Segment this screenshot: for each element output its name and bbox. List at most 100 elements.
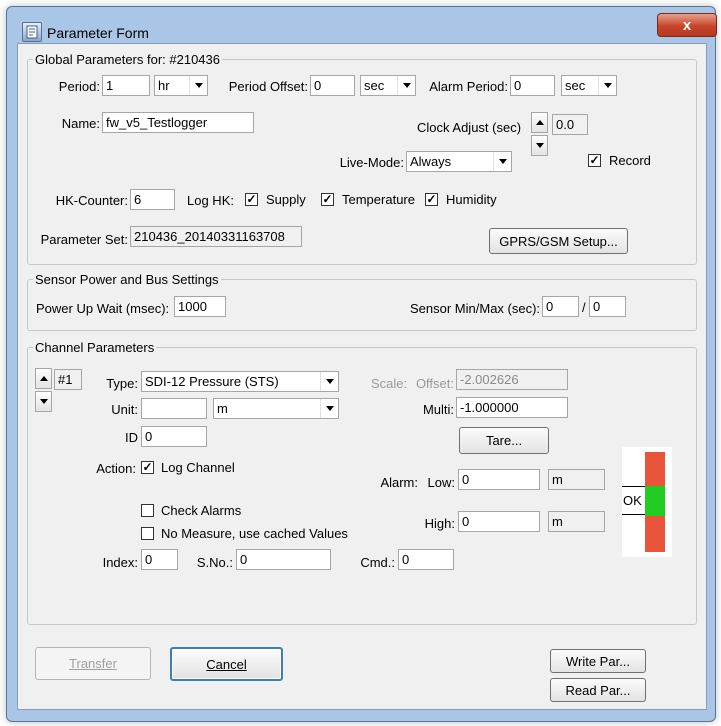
read-par-label: Read Par... <box>565 682 631 698</box>
period-offset-unit-select[interactable]: sec <box>360 75 416 96</box>
alarm-high-unit: m <box>548 511 605 532</box>
chevron-down-icon <box>320 372 338 391</box>
id-input[interactable]: 0 <box>141 426 207 447</box>
chevron-down-icon <box>598 76 616 95</box>
clock-adjust-up-button[interactable] <box>531 112 548 133</box>
name-input[interactable]: fw_v5_Testlogger <box>102 112 254 133</box>
cmd-input[interactable]: 0 <box>398 549 454 570</box>
sensor-minmax-label: Sensor Min/Max (sec): <box>410 301 541 316</box>
alarm-low-input[interactable]: 0 <box>458 469 540 490</box>
no-measure-label: No Measure, use cached Values <box>161 526 348 541</box>
arrow-up-icon <box>535 120 544 125</box>
log-hk-temperature-checkbox[interactable]: ✓ <box>321 193 334 206</box>
app-icon <box>22 22 42 42</box>
scale-label: Scale: <box>371 376 408 391</box>
sensor-minmax-separator: / <box>582 300 586 315</box>
clock-adjust-value: 0.0 <box>552 114 588 135</box>
action-label: Action: <box>96 461 136 476</box>
period-input[interactable]: 1 <box>102 75 150 96</box>
status-bar-alarm-bottom <box>645 516 665 552</box>
log-hk-humidity-checkbox[interactable]: ✓ <box>425 193 438 206</box>
hk-counter-input[interactable]: 6 <box>130 189 175 210</box>
sno-input[interactable]: 0 <box>236 549 331 570</box>
log-channel-label: Log Channel <box>161 460 235 475</box>
parameter-set-value: 210436_20140331163708 <box>130 226 302 247</box>
clock-adjust-down-button[interactable] <box>531 135 548 156</box>
close-icon[interactable]: x <box>657 13 717 37</box>
index-input[interactable]: 0 <box>141 549 178 570</box>
arrow-down-icon <box>535 143 544 148</box>
name-label: Name: <box>61 116 100 131</box>
multi-input[interactable]: -1.000000 <box>456 397 568 418</box>
live-mode-select[interactable]: Always <box>406 151 512 172</box>
status-line-bottom <box>622 514 645 515</box>
arrow-down-icon <box>39 399 48 404</box>
channel-parameters-title: Channel Parameters <box>33 340 157 355</box>
sensor-min-input[interactable]: 0 <box>542 296 579 317</box>
arrow-up-icon <box>39 376 48 381</box>
alarm-low-unit: m <box>548 469 605 490</box>
channel-next-button[interactable] <box>35 391 52 412</box>
read-par-button[interactable]: Read Par... <box>550 678 646 702</box>
log-hk-humidity-label: Humidity <box>446 192 497 207</box>
log-hk-label: Log HK: <box>187 193 234 208</box>
form-client-area: Global Parameters for: #210436 Period: 1… <box>17 43 707 710</box>
id-label: ID <box>125 430 138 445</box>
offset-value: -2.002626 <box>456 369 568 390</box>
sno-label: S.No.: <box>196 555 233 570</box>
chevron-down-icon <box>397 76 415 95</box>
alarm-period-label: Alarm Period: <box>429 79 508 94</box>
check-alarms-checkbox[interactable] <box>141 504 154 517</box>
write-par-button[interactable]: Write Par... <box>550 649 646 673</box>
index-label: Index: <box>102 555 138 570</box>
hk-counter-label: HK-Counter: <box>55 193 128 208</box>
alarm-period-unit-select[interactable]: sec <box>561 75 617 96</box>
record-checkbox[interactable]: ✓ <box>588 154 601 167</box>
no-measure-checkbox[interactable] <box>141 527 154 540</box>
alarm-high-input[interactable]: 0 <box>458 511 540 532</box>
alarm-period-unit-value: sec <box>565 78 586 93</box>
period-offset-label: Period Offset: <box>228 79 308 94</box>
cancel-button[interactable]: Cancel <box>170 647 283 681</box>
period-unit-select[interactable]: hr <box>154 75 208 96</box>
period-offset-input[interactable]: 0 <box>310 75 355 96</box>
sensor-max-input[interactable]: 0 <box>589 296 626 317</box>
check-alarms-label: Check Alarms <box>161 503 242 518</box>
status-line-top <box>622 486 645 487</box>
status-bar-alarm-top <box>645 452 665 486</box>
period-label: Period: <box>58 79 100 94</box>
write-par-label: Write Par... <box>565 653 631 669</box>
parameter-set-label: Parameter Set: <box>40 232 128 247</box>
cmd-label: Cmd.: <box>360 555 395 570</box>
alarm-period-input[interactable]: 0 <box>510 75 555 96</box>
tare-label: Tare... <box>485 433 523 448</box>
log-hk-supply-label: Supply <box>266 192 306 207</box>
tare-button[interactable]: Tare... <box>459 427 549 454</box>
record-label: Record <box>609 153 651 168</box>
status-ok-label: OK <box>623 493 642 508</box>
alarm-low-label: Low: <box>427 475 455 490</box>
alarm-high-label: High: <box>424 516 455 531</box>
offset-label: Offset: <box>415 376 454 391</box>
type-label: Type: <box>106 376 138 391</box>
period-offset-unit-value: sec <box>364 78 385 93</box>
log-hk-supply-checkbox[interactable]: ✓ <box>245 193 258 206</box>
unit-value: m <box>217 401 228 416</box>
type-select[interactable]: SDI-12 Pressure (STS) <box>141 371 339 392</box>
unit-select[interactable]: m <box>213 398 339 419</box>
channel-number: #1 <box>54 369 82 390</box>
sensor-power-title: Sensor Power and Bus Settings <box>33 272 221 287</box>
log-hk-temperature-label: Temperature <box>342 192 415 207</box>
live-mode-value: Always <box>410 154 452 169</box>
channel-status-indicator: OK <box>622 447 672 557</box>
channel-prev-button[interactable] <box>35 368 52 389</box>
period-unit-value: hr <box>158 78 170 93</box>
power-up-wait-input[interactable]: 1000 <box>174 296 226 317</box>
power-up-wait-label: Power Up Wait (msec): <box>36 301 170 316</box>
unit-label: Unit: <box>111 402 138 417</box>
transfer-button[interactable]: Transfer <box>35 647 151 680</box>
gprs-gsm-setup-button[interactable]: GPRS/GSM Setup... <box>489 228 628 254</box>
unit-custom-input[interactable] <box>141 398 207 419</box>
log-channel-checkbox[interactable]: ✓ <box>141 461 154 474</box>
clock-adjust-label: Clock Adjust (sec) <box>417 120 522 135</box>
